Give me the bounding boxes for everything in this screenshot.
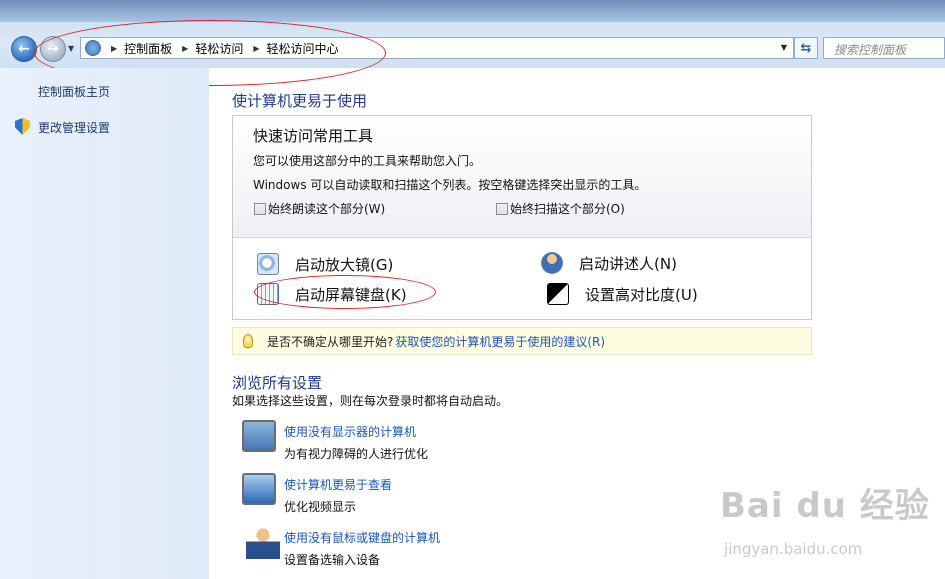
arrow-left-icon: ← [18,41,30,57]
tip-bar: 是否不确定从哪里开始? 获取使您的计算机更易于使用的建议(R) [232,327,812,355]
search-input[interactable]: 搜索控制面板 [823,37,945,59]
baidu-watermark-url: jingyan.baidu.com [724,540,863,558]
set-high-contrast-button[interactable]: 设置高对比度(U) [547,283,698,305]
sidebar-item-control-panel-home[interactable]: 控制面板主页 [38,83,110,100]
start-on-screen-keyboard-label[interactable]: 启动屏幕键盘(K) [295,284,407,305]
start-narrator-label[interactable]: 启动讲述人(N) [579,253,677,274]
quick-access-desc-2: Windows 可以自动读取和扫描这个列表。按空格键选择突出显示的工具。 [253,178,647,192]
address-dropdown-icon[interactable]: ▼ [781,43,787,52]
person-icon [246,527,280,559]
chevron-right-icon[interactable]: ▶ [253,44,259,53]
monitor-magnifier-icon [242,473,276,505]
start-magnifier-button[interactable]: 启动放大镜(G) [257,253,393,275]
monitor-speech-icon [242,420,276,452]
breadcrumb-control-panel[interactable]: 控制面板 [124,40,172,57]
baidu-watermark-logo: Bai du 经验 [720,486,930,526]
always-read-label[interactable]: 始终朗读这个部分(W) [268,200,385,217]
set-high-contrast-label[interactable]: 设置高对比度(U) [585,284,698,305]
quick-access-panel: 快速访问常用工具 您可以使用这部分中的工具来帮助您入门。 Windows 可以自… [232,115,812,320]
use-without-display-link[interactable]: 使用没有显示器的计算机 [284,423,416,440]
browse-settings-desc: 如果选择这些设置，则在每次登录时都将自动启动。 [232,394,509,408]
use-without-mouse-keyboard-link[interactable]: 使用没有鼠标或键盘的计算机 [284,529,440,546]
checkbox-box[interactable] [496,202,508,215]
lightbulb-icon [243,334,253,348]
start-narrator-button[interactable]: 启动讲述人(N) [541,252,677,274]
make-easier-to-see-desc: 优化视频显示 [284,500,357,514]
browse-settings-title: 浏览所有设置 [232,374,323,392]
chevron-right-icon[interactable]: ▶ [182,44,188,53]
sidebar-item-change-admin-settings[interactable]: 更改管理设置 [38,119,110,136]
title-bar-strip [0,0,945,22]
quick-access-header: 快速访问常用工具 您可以使用这部分中的工具来帮助您入门。 Windows 可以自… [233,116,811,237]
keyboard-icon [257,283,279,305]
chevron-right-icon[interactable]: ▶ [111,44,117,53]
breadcrumb-ease-of-access[interactable]: 轻松访问 [195,40,243,57]
magnifier-icon [257,253,279,275]
control-panel-icon [85,40,101,56]
quick-access-title: 快速访问常用工具 [253,127,374,145]
tip-text: 是否不确定从哪里开始? [267,334,394,349]
forward-button[interactable]: → [40,36,66,62]
start-on-screen-keyboard-button[interactable]: 启动屏幕键盘(K) [257,283,407,305]
use-without-display-desc: 为有视力障碍的人进行优化 [284,447,429,461]
sidebar [0,68,209,579]
divider [233,237,811,238]
always-scan-label[interactable]: 始终扫描这个部分(O) [510,200,625,217]
back-button[interactable]: ← [11,36,37,62]
checkbox-box[interactable] [254,202,266,215]
make-easier-to-see-link[interactable]: 使计算机更易于查看 [284,476,392,493]
breadcrumb-ease-of-access-center[interactable]: 轻松访问中心 [267,40,339,57]
history-dropdown-icon[interactable]: ▼ [68,44,74,53]
address-bar[interactable]: ▶ 控制面板 ▶ 轻松访问 ▶ 轻松访问中心 ▼ [80,37,794,59]
page-title: 使计算机更易于使用 [232,92,368,110]
use-without-mouse-keyboard-desc: 设置备选输入设备 [284,553,381,567]
refresh-button[interactable]: ⇆ [794,37,818,59]
always-read-checkbox[interactable]: 始终朗读这个部分(W) [254,200,385,217]
refresh-icon: ⇆ [800,40,812,56]
quick-access-desc-1: 您可以使用这部分中的工具来帮助您入门。 [253,154,482,168]
arrow-right-icon: → [47,41,59,57]
always-scan-checkbox[interactable]: 始终扫描这个部分(O) [496,200,625,217]
get-recommendations-link[interactable]: 获取使您的计算机更易于使用的建议(R) [395,333,605,350]
start-magnifier-label[interactable]: 启动放大镜(G) [295,254,393,275]
narrator-icon [541,252,563,274]
high-contrast-icon [547,283,569,305]
